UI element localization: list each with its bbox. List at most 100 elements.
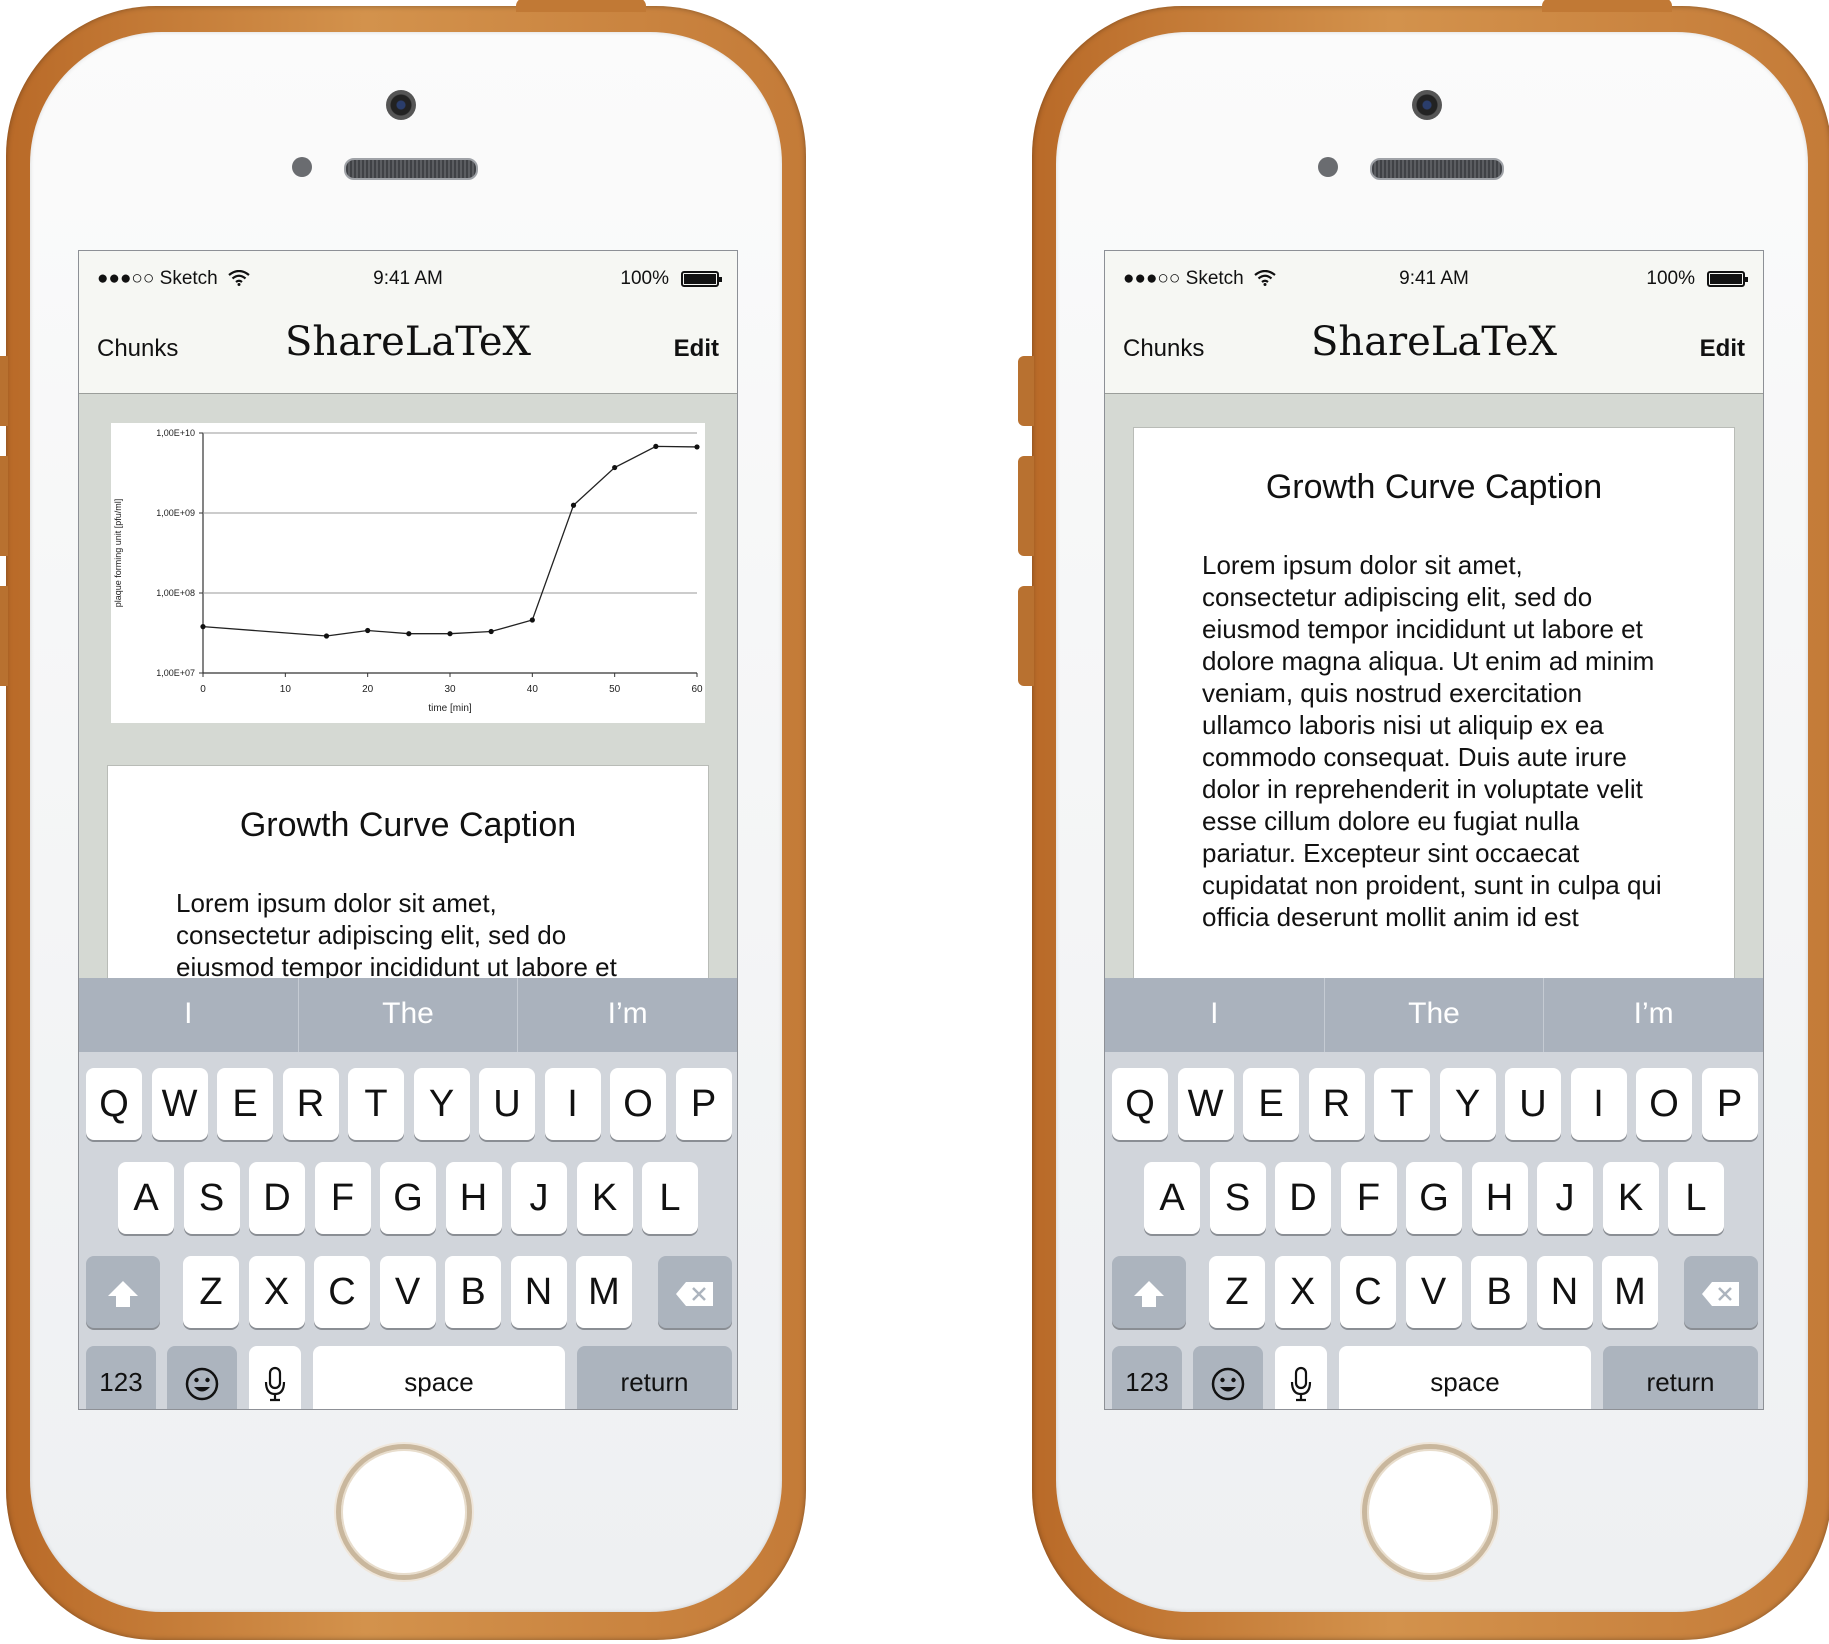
numbers-key[interactable]: 123 [86, 1346, 156, 1409]
key-s[interactable]: S [183, 1162, 240, 1234]
key-b[interactable]: B [1471, 1256, 1527, 1328]
key-u[interactable]: U [479, 1068, 535, 1140]
microphone-icon [1290, 1366, 1312, 1402]
x-tick-label: 40 [527, 684, 539, 695]
key-v[interactable]: V [379, 1256, 436, 1328]
home-button[interactable] [336, 1444, 472, 1580]
key-b[interactable]: B [445, 1256, 501, 1328]
delete-key[interactable] [658, 1256, 732, 1328]
key-u[interactable]: U [1505, 1068, 1561, 1140]
key-l[interactable]: L [1668, 1162, 1724, 1234]
data-point [694, 444, 700, 450]
emoji-key[interactable] [167, 1346, 237, 1409]
key-c[interactable]: C [1340, 1256, 1396, 1328]
key-z[interactable]: Z [183, 1256, 239, 1328]
backspace-icon [1702, 1281, 1739, 1306]
key-s[interactable]: S [1209, 1162, 1266, 1234]
key-k[interactable]: K [1602, 1162, 1659, 1234]
sleep-button [516, 0, 646, 12]
key-w[interactable]: W [1177, 1068, 1234, 1140]
emoji-icon [185, 1367, 219, 1401]
key-e[interactable]: E [217, 1068, 273, 1140]
caption-card[interactable]: Growth Curve Caption Lorem ipsum dolor s… [1133, 427, 1735, 987]
key-g[interactable]: G [380, 1162, 436, 1234]
key-x[interactable]: X [1274, 1256, 1331, 1328]
caption-title: Growth Curve Caption [1265, 468, 1603, 506]
key-t[interactable]: T [1374, 1068, 1430, 1140]
key-i[interactable]: I [544, 1068, 601, 1140]
return-key[interactable]: return [577, 1346, 732, 1409]
suggestion-1[interactable]: I [1105, 978, 1325, 1052]
battery-icon [681, 271, 722, 287]
key-l[interactable]: L [642, 1162, 698, 1234]
shift-key[interactable] [1112, 1256, 1186, 1328]
caption-title: Growth Curve Caption [239, 806, 577, 844]
key-p[interactable]: P [675, 1068, 732, 1140]
key-p[interactable]: P [1701, 1068, 1758, 1140]
key-z[interactable]: Z [1209, 1256, 1265, 1328]
suggestion-2[interactable]: The [1325, 978, 1545, 1052]
key-k[interactable]: K [576, 1162, 633, 1234]
shift-key[interactable] [86, 1256, 160, 1328]
edit-button[interactable]: Edit [674, 335, 719, 363]
key-o[interactable]: O [610, 1068, 666, 1140]
growth-curve-chart[interactable]: 1,00E+07 1,00E+08 1,00E+09 1,00E+10 0 10 20 30 4… [111, 423, 705, 723]
key-a[interactable]: A [118, 1162, 174, 1234]
space-key[interactable]: space [313, 1346, 565, 1409]
x-tick-label: 60 [691, 684, 703, 695]
suggestion-2[interactable]: The [299, 978, 519, 1052]
return-key[interactable]: return [1603, 1346, 1758, 1409]
data-point [529, 617, 535, 623]
suggestion-3[interactable]: I’m [1544, 978, 1763, 1052]
content-area[interactable]: Growth Curve Caption Lorem ipsum dolor s… [1105, 393, 1763, 987]
key-h[interactable]: H [445, 1162, 502, 1234]
key-q[interactable]: Q [1112, 1068, 1168, 1140]
navigation-bar: Chunks ShareLaTeX Edit [79, 301, 737, 394]
key-y[interactable]: Y [413, 1068, 470, 1140]
key-e[interactable]: E [1243, 1068, 1299, 1140]
key-a[interactable]: A [1144, 1162, 1200, 1234]
caption-card[interactable]: Growth Curve Caption Lorem ipsum dolor s… [107, 765, 709, 995]
key-j[interactable]: J [511, 1162, 567, 1234]
key-q[interactable]: Q [86, 1068, 142, 1140]
key-c[interactable]: C [314, 1256, 370, 1328]
key-t[interactable]: T [348, 1068, 404, 1140]
key-d[interactable]: D [1275, 1162, 1331, 1234]
mute-switch [1018, 356, 1034, 426]
edit-button[interactable]: Edit [1700, 335, 1745, 363]
shift-icon [1134, 1280, 1164, 1307]
key-f[interactable]: F [1340, 1162, 1397, 1234]
key-r[interactable]: R [282, 1068, 339, 1140]
key-r[interactable]: R [1308, 1068, 1365, 1140]
key-v[interactable]: V [1405, 1256, 1462, 1328]
content-area[interactable]: 1,00E+07 1,00E+08 1,00E+09 1,00E+10 0 10 20 30 4… [79, 393, 737, 995]
volume-up-button [0, 456, 8, 556]
key-w[interactable]: W [151, 1068, 208, 1140]
key-f[interactable]: F [314, 1162, 371, 1234]
key-i[interactable]: I [1570, 1068, 1627, 1140]
key-m[interactable]: M [576, 1256, 632, 1328]
key-n[interactable]: N [1536, 1256, 1593, 1328]
key-d[interactable]: D [249, 1162, 305, 1234]
y-tick-label: 1,00E+07 [156, 668, 195, 678]
data-point [323, 633, 330, 639]
key-o[interactable]: O [1636, 1068, 1692, 1140]
microphone-key[interactable] [249, 1346, 301, 1409]
key-m[interactable]: M [1602, 1256, 1658, 1328]
navigation-bar: Chunks ShareLaTeX Edit [1105, 301, 1763, 394]
microphone-key[interactable] [1275, 1346, 1327, 1409]
delete-key[interactable] [1684, 1256, 1758, 1328]
key-n[interactable]: N [510, 1256, 567, 1328]
suggestion-3[interactable]: I’m [518, 978, 737, 1052]
key-y[interactable]: Y [1439, 1068, 1496, 1140]
screen: ●●●○○ Sketch 9:41 AM 100% Chunks ShareLa… [78, 250, 738, 1410]
key-g[interactable]: G [1406, 1162, 1462, 1234]
space-key[interactable]: space [1339, 1346, 1591, 1409]
emoji-key[interactable] [1193, 1346, 1263, 1409]
key-x[interactable]: X [248, 1256, 305, 1328]
key-j[interactable]: J [1537, 1162, 1593, 1234]
key-h[interactable]: H [1471, 1162, 1528, 1234]
suggestion-1[interactable]: I [79, 978, 299, 1052]
numbers-key[interactable]: 123 [1112, 1346, 1182, 1409]
home-button[interactable] [1362, 1444, 1498, 1580]
